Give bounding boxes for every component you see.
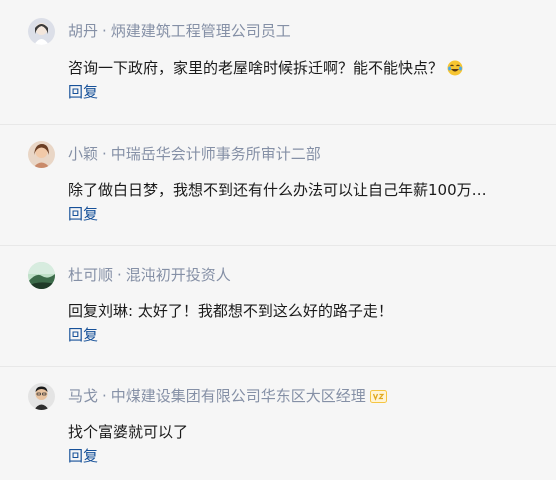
author-title: 混沌初开投资人: [125, 266, 231, 284]
author-name[interactable]: 胡丹: [68, 22, 98, 40]
comment-item: 小颖 · 中瑞岳华会计师事务所审计二部 除了做白日梦，我想不到还有什么办法可以让自己…: [0, 125, 556, 245]
comment-text: 咨询一下政府，家里的老屋啥时候拆迁啊？能不能快点？: [68, 57, 538, 82]
avatar[interactable]: [28, 262, 55, 289]
author-name[interactable]: 小颖: [68, 145, 98, 163]
avatar[interactable]: [28, 141, 55, 168]
verified-badge-icon: [369, 388, 387, 408]
author-name[interactable]: 杜可顺: [68, 266, 113, 284]
comment-header: 杜可顺 · 混沌初开投资人: [68, 265, 231, 285]
author-title: 中瑞岳华会计师事务所审计二部: [110, 145, 321, 163]
comment-item: 胡丹 · 炳建建筑工程管理公司员工 咨询一下政府，家里的老屋啥时候拆迁啊？能不能快点…: [0, 0, 556, 124]
separator: ·: [102, 22, 107, 40]
reply-button[interactable]: 回复: [68, 82, 98, 102]
author-title: 中煤建设集团有限公司华东区大区经理: [110, 387, 366, 405]
comment-list: 胡丹 · 炳建建筑工程管理公司员工 咨询一下政府，家里的老屋啥时候拆迁啊？能不能快点…: [0, 0, 556, 480]
author-name[interactable]: 马戈: [68, 387, 98, 405]
laughing-tears-emoji-icon: [447, 60, 463, 82]
comment-header: 小颖 · 中瑞岳华会计师事务所审计二部: [68, 144, 321, 164]
reply-button[interactable]: 回复: [68, 325, 98, 345]
separator: ·: [102, 387, 107, 405]
author-title: 炳建建筑工程管理公司员工: [110, 22, 291, 40]
avatar[interactable]: [28, 18, 55, 45]
separator: ·: [117, 266, 122, 284]
comment-header: 马戈 · 中煤建设集团有限公司华东区大区经理: [68, 386, 387, 408]
comment-item: 杜可顺 · 混沌初开投资人 回复刘琳: 太好了！我都想不到这么好的路子走！ 回复: [0, 246, 556, 366]
reply-button[interactable]: 回复: [68, 204, 98, 224]
comment-text: 回复刘琳: 太好了！我都想不到这么好的路子走！: [68, 302, 393, 320]
comment-item: 马戈 · 中煤建设集团有限公司华东区大区经理 找个富婆就可以了 回复: [0, 367, 556, 480]
reply-button[interactable]: 回复: [68, 446, 98, 466]
comment-text: 找个富婆就可以了: [68, 423, 189, 441]
comment-text: 除了做白日梦，我想不到还有什么办法可以让自己年薪100万…: [68, 181, 487, 199]
avatar[interactable]: [28, 383, 55, 410]
separator: ·: [102, 145, 107, 163]
comment-text-content: 咨询一下政府，家里的老屋啥时候拆迁啊？能不能快点？: [68, 59, 444, 77]
comment-header: 胡丹 · 炳建建筑工程管理公司员工: [68, 21, 291, 41]
